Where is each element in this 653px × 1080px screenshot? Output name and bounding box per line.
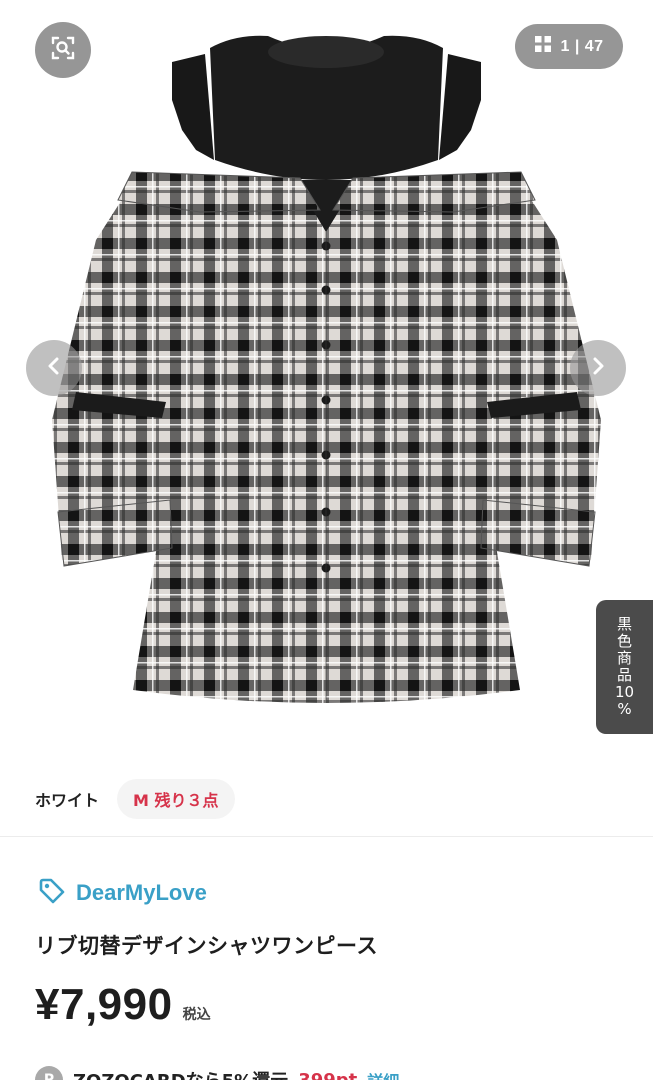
image-counter-button[interactable]: 1 | 47 xyxy=(515,24,623,69)
side-tab-char: 黒 xyxy=(616,615,632,633)
side-tab-char: 品 xyxy=(616,666,632,684)
tax-label: 税込 xyxy=(182,1007,211,1023)
side-tab-char: 10 xyxy=(614,683,635,701)
product-title: リブ切替デザインシャツワンピース xyxy=(35,934,378,958)
stock-badge: M 残り３点 xyxy=(117,779,235,819)
price-row: ¥7,990 税込 xyxy=(35,980,211,1030)
side-tab-char: % xyxy=(617,700,632,718)
product-price: ¥7,990 xyxy=(35,980,173,1029)
previous-image-button[interactable] xyxy=(26,340,82,396)
points-text: ZOZOCARDなら5%還元 xyxy=(73,1067,288,1080)
side-tab-char: 商 xyxy=(616,649,632,667)
points-icon: P xyxy=(35,1066,63,1080)
variant-info: ホワイト M 残り３点 xyxy=(35,778,235,820)
points-detail-link[interactable]: 詳細 xyxy=(367,1068,399,1080)
color-label: ホワイト xyxy=(35,791,100,810)
chevron-left-icon xyxy=(44,356,64,380)
black-items-promo-tab[interactable]: 黒 色 商 品 10 % xyxy=(596,600,653,734)
chevron-right-icon xyxy=(588,356,608,380)
tag-icon xyxy=(37,876,67,910)
section-divider xyxy=(0,836,653,837)
brand-link[interactable]: DearMyLove xyxy=(37,876,207,910)
product-image xyxy=(52,35,601,703)
grid-icon xyxy=(534,35,552,58)
brand-name: DearMyLove xyxy=(76,880,207,905)
product-image-gallery[interactable]: 1 | 47 xyxy=(0,0,653,760)
image-search-icon xyxy=(50,35,76,65)
points-row: P ZOZOCARDなら5%還元 399pt 詳細 xyxy=(35,1066,399,1080)
image-search-button[interactable] xyxy=(35,22,91,78)
points-amount: 399pt xyxy=(298,1069,358,1080)
next-image-button[interactable] xyxy=(570,340,626,396)
image-counter: 1 | 47 xyxy=(560,37,604,55)
side-tab-char: 色 xyxy=(616,632,632,650)
